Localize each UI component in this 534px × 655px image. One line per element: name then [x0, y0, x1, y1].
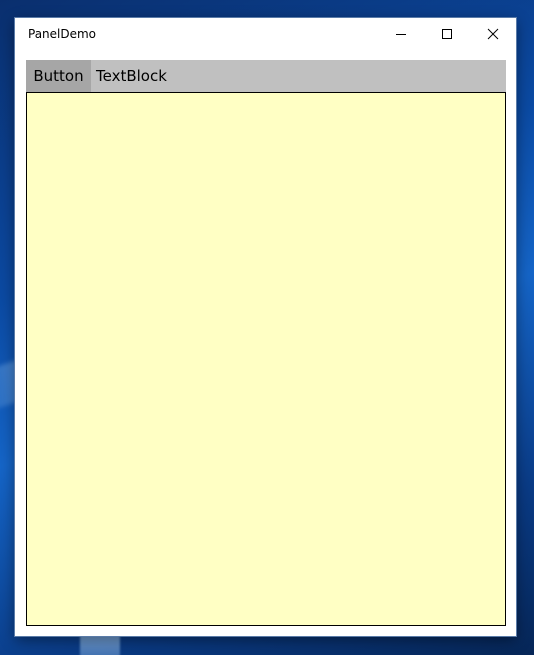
demo-button[interactable]: Button [26, 60, 91, 92]
close-button[interactable] [470, 18, 516, 50]
minimize-icon [396, 34, 406, 35]
app-window: PanelDemo Button TextBlock [15, 18, 516, 636]
window-title: PanelDemo [28, 27, 97, 41]
toolbar-row: Button TextBlock [26, 60, 506, 92]
minimize-button[interactable] [378, 18, 424, 50]
title-bar[interactable]: PanelDemo [15, 18, 516, 50]
maximize-button[interactable] [424, 18, 470, 50]
close-icon [487, 28, 499, 40]
maximize-icon [442, 29, 452, 39]
window-content: Button TextBlock [26, 60, 506, 626]
yellow-panel [26, 92, 506, 626]
demo-textblock: TextBlock [96, 67, 167, 85]
